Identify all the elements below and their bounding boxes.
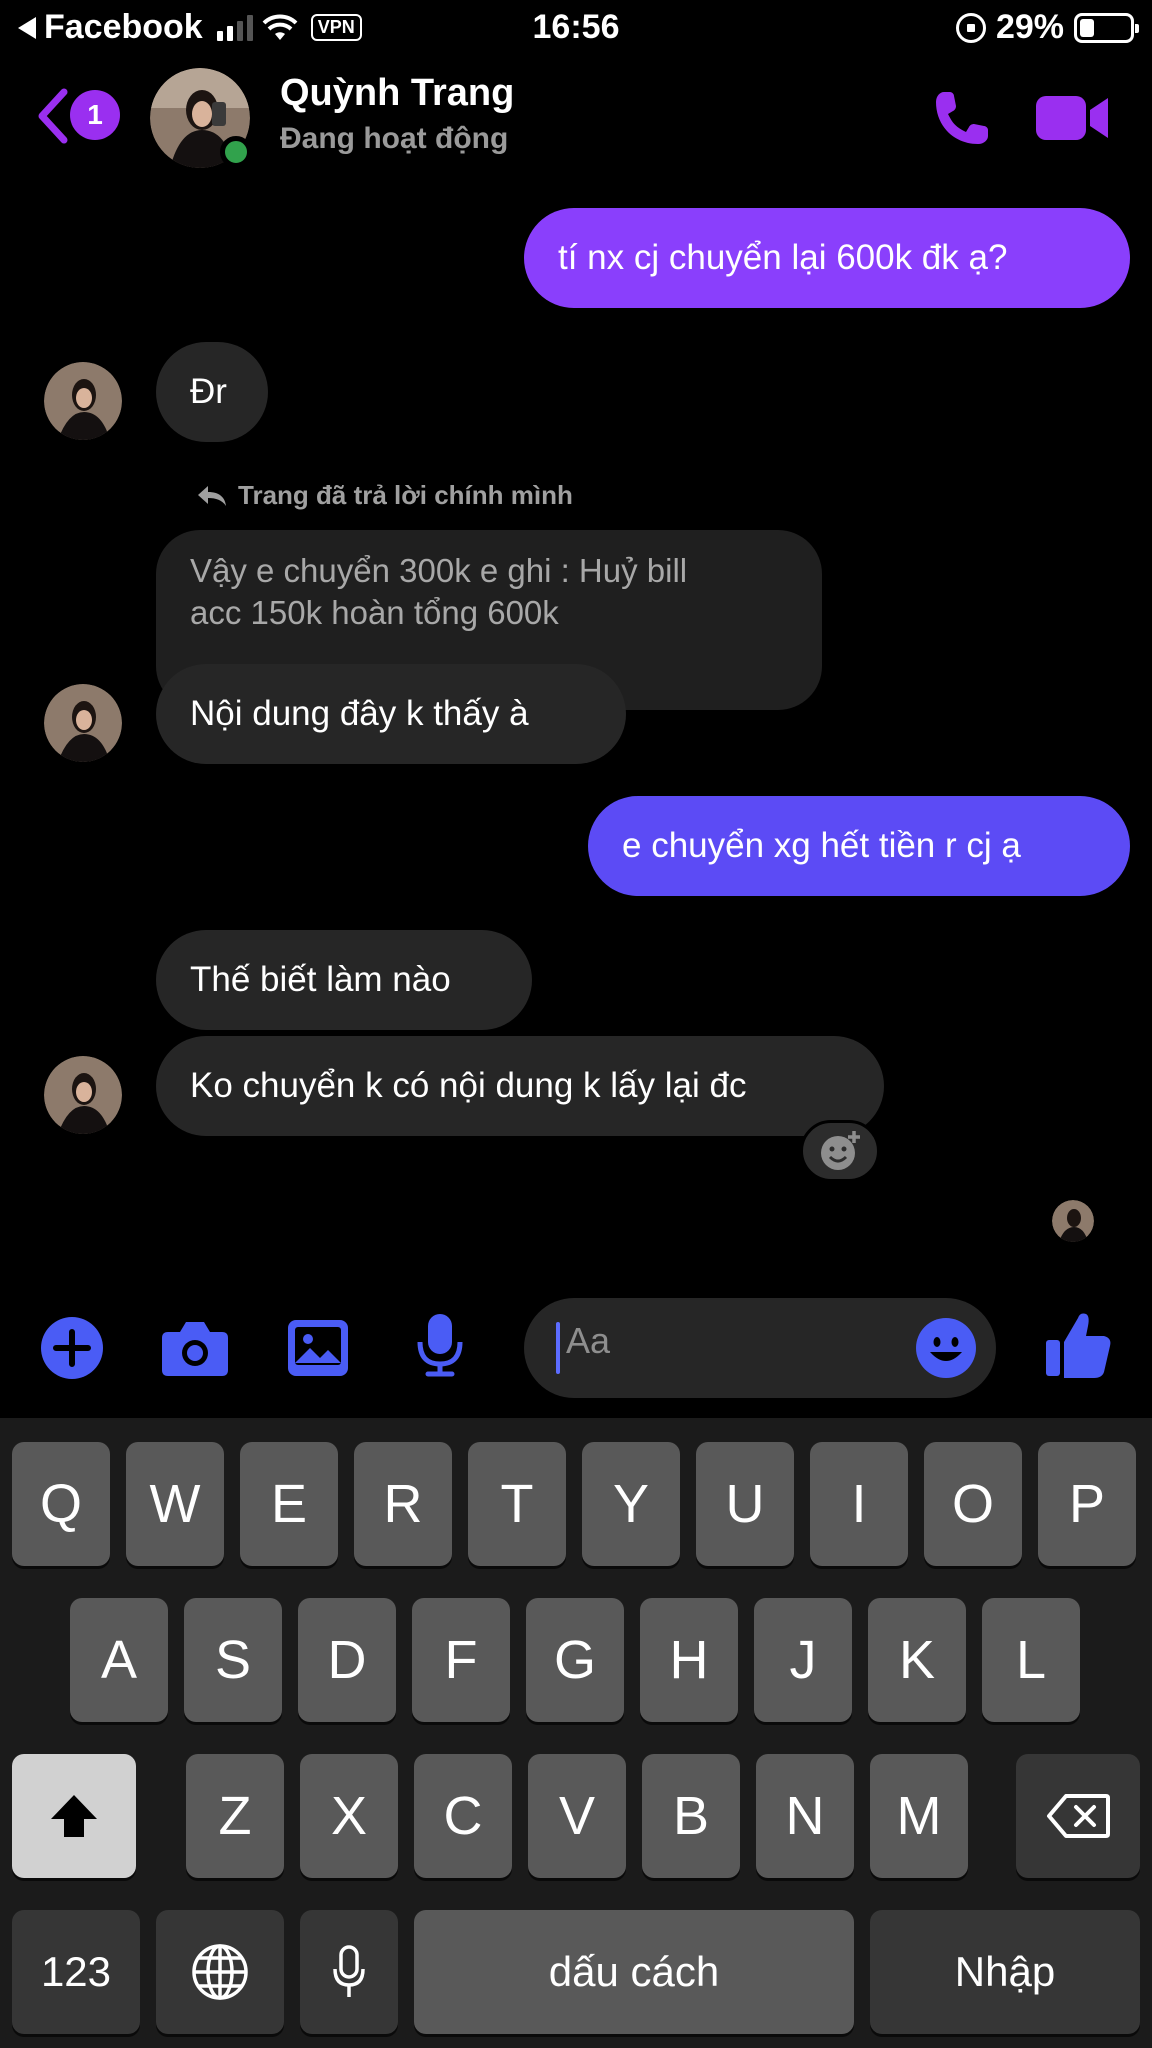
key-d[interactable]: D xyxy=(298,1598,396,1722)
conversation-header: 1 Quỳnh Trang Đang hoạt động xyxy=(0,58,1152,178)
key-k[interactable]: K xyxy=(868,1598,966,1722)
message-input[interactable]: Aa xyxy=(524,1298,996,1398)
key-o[interactable]: O xyxy=(924,1442,1022,1566)
video-call-button[interactable] xyxy=(1034,92,1110,144)
gallery-button[interactable] xyxy=(286,1318,350,1378)
wifi-icon xyxy=(262,14,298,40)
shift-key[interactable] xyxy=(12,1754,136,1878)
seen-receipt-avatar xyxy=(1052,1200,1094,1242)
backspace-key[interactable] xyxy=(1016,1754,1140,1878)
status-bar: Facebook VPN 16:56 29% xyxy=(0,0,1152,58)
key-z[interactable]: Z xyxy=(186,1754,284,1878)
key-i[interactable]: I xyxy=(810,1442,908,1566)
key-f[interactable]: F xyxy=(412,1598,510,1722)
reply-indicator: Trang đã trả lời chính mình xyxy=(196,480,573,511)
add-reaction-icon xyxy=(821,1131,860,1170)
camera-button[interactable] xyxy=(160,1318,230,1378)
sender-avatar[interactable] xyxy=(44,684,122,762)
key-y[interactable]: Y xyxy=(582,1442,680,1566)
key-a[interactable]: A xyxy=(70,1598,168,1722)
microphone-icon xyxy=(333,1945,365,1997)
reply-note-text: Trang đã trả lời chính mình xyxy=(238,480,573,510)
orientation-lock-icon xyxy=(955,12,986,43)
globe-key[interactable] xyxy=(156,1910,284,2034)
key-c[interactable]: C xyxy=(414,1754,512,1878)
message-bubble-incoming[interactable]: Nội dung đây k thấy à xyxy=(156,664,626,764)
key-q[interactable]: Q xyxy=(12,1442,110,1566)
numbers-key[interactable]: 123 xyxy=(12,1910,140,2034)
key-m[interactable]: M xyxy=(870,1754,968,1878)
message-input-placeholder: Aa xyxy=(566,1320,611,1361)
key-r[interactable]: R xyxy=(354,1442,452,1566)
key-v[interactable]: V xyxy=(528,1754,626,1878)
sender-avatar[interactable] xyxy=(44,1056,122,1134)
contact-name[interactable]: Quỳnh Trang xyxy=(280,72,514,115)
add-reaction-button[interactable] xyxy=(800,1120,880,1182)
more-actions-button[interactable] xyxy=(40,1316,104,1380)
key-t[interactable]: T xyxy=(468,1442,566,1566)
key-g[interactable]: G xyxy=(526,1598,624,1722)
contact-status: Đang hoạt động xyxy=(280,122,509,155)
on-screen-keyboard: QWERTYUIOP ASDFGHJKL ZXCVBNM 123 dấu các… xyxy=(0,1418,1152,2048)
vpn-badge: VPN xyxy=(310,14,362,41)
like-button[interactable] xyxy=(1044,1310,1112,1380)
back-app-label: Facebook xyxy=(44,8,203,46)
cellular-signal-icon xyxy=(216,14,253,41)
key-j[interactable]: J xyxy=(754,1598,852,1722)
battery-icon xyxy=(1074,12,1139,43)
reply-arrow-icon xyxy=(198,485,226,506)
message-bubble-incoming[interactable]: Ko chuyển k có nội dung k lấy lại đc xyxy=(156,1036,884,1136)
emoji-button[interactable] xyxy=(914,1316,978,1380)
message-bubble-outgoing[interactable]: e chuyển xg hết tiền r cj ạ xyxy=(588,796,1130,896)
quoted-line: Vậy e chuyển 300k e ghi : Huỷ bill xyxy=(190,552,688,589)
voice-call-button[interactable] xyxy=(930,86,994,150)
text-caret xyxy=(556,1322,560,1374)
key-u[interactable]: U xyxy=(696,1442,794,1566)
key-x[interactable]: X xyxy=(300,1754,398,1878)
shift-icon xyxy=(51,1795,97,1837)
backspace-icon xyxy=(1047,1794,1110,1838)
back-arrow-icon xyxy=(18,16,36,39)
battery-percent: 29% xyxy=(995,8,1064,46)
message-bubble-incoming[interactable]: Thế biết làm nào xyxy=(156,930,532,1030)
message-bubble-outgoing[interactable]: tí nx cj chuyển lại 600k đk ạ? xyxy=(524,208,1130,308)
battery-level xyxy=(1080,18,1094,37)
space-key[interactable]: dấu cách xyxy=(414,1910,854,2034)
key-e[interactable]: E xyxy=(240,1442,338,1566)
online-indicator xyxy=(220,136,252,168)
unread-badge: 1 xyxy=(70,90,120,140)
globe-icon xyxy=(192,1944,248,2000)
quoted-line: acc 150k hoàn tổng 600k xyxy=(190,594,559,631)
key-l[interactable]: L xyxy=(982,1598,1080,1722)
key-p[interactable]: P xyxy=(1038,1442,1136,1566)
key-s[interactable]: S xyxy=(184,1598,282,1722)
message-composer: Aa xyxy=(0,1290,1152,1406)
key-w[interactable]: W xyxy=(126,1442,224,1566)
sender-avatar[interactable] xyxy=(44,362,122,440)
back-to-app[interactable]: Facebook VPN xyxy=(18,8,362,47)
key-h[interactable]: H xyxy=(640,1598,738,1722)
message-bubble-incoming[interactable]: Đr xyxy=(156,342,268,442)
key-b[interactable]: B xyxy=(642,1754,740,1878)
return-key[interactable]: Nhập xyxy=(870,1910,1140,2034)
key-n[interactable]: N xyxy=(756,1754,854,1878)
voice-message-button[interactable] xyxy=(414,1312,466,1378)
dictation-key[interactable] xyxy=(300,1910,398,2034)
